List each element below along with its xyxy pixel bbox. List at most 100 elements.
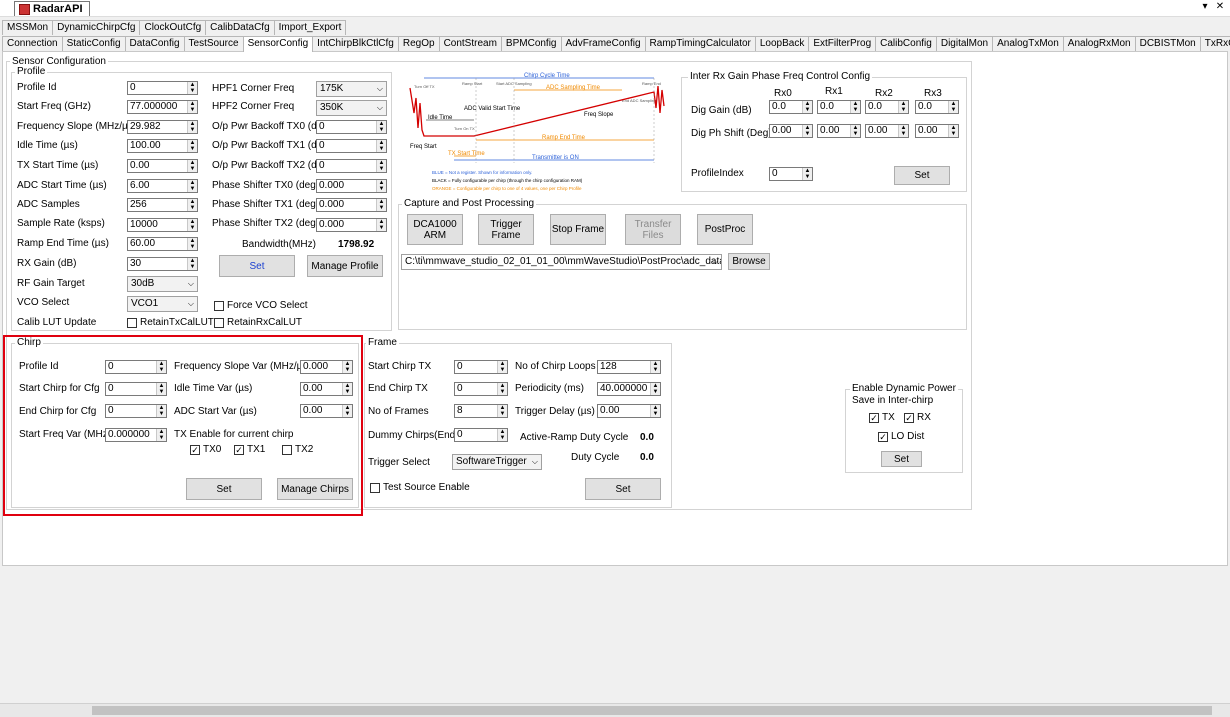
tab-connection[interactable]: Connection [2,36,63,51]
trigger-select[interactable]: SoftwareTrigger ⌵ [452,454,542,470]
diagram-chirp-cycle: Chirp Cycle Time [524,73,570,79]
tab-clockoutcfg[interactable]: ClockOutCfg [139,20,207,35]
tab-calibdatacfg[interactable]: CalibDataCfg [205,20,275,35]
phase-tx1-input[interactable]: 0.000 ▲ ▼ [316,198,387,212]
freq-slope-input[interactable]: 29.982 ▲ ▼ [127,120,198,134]
hpf1-select[interactable]: 175K ⌵ [316,81,387,97]
dca1000-arm-button[interactable]: DCA1000 ARM [407,214,463,245]
trigger-delay-input[interactable]: 0.00 ▲ ▼ [597,404,661,418]
chevron-down-icon[interactable]: ▾ [1198,1,1212,12]
profile-title: Profile [15,66,48,77]
tab-loopback[interactable]: LoopBack [754,36,810,51]
dyn-tx-checkbox[interactable]: ✓ TX [869,412,895,423]
retain-rx-cal-lut-checkbox[interactable]: RetainRxCalLUT [214,317,302,328]
dig-ph-rx0-input[interactable]: 0.00 ▲ ▼ [769,124,813,138]
tab-analogrxmon[interactable]: AnalogRxMon [1062,36,1136,51]
dig-gain-rx1-input[interactable]: 0.0 ▲ ▼ [817,100,861,114]
check-icon: ✓ [869,412,879,423]
end-chirp-tx-input[interactable]: 0 ▲ ▼ [454,382,508,396]
lo-dist-checkbox[interactable]: ✓ LO Dist [878,431,924,442]
scrollbar-thumb[interactable] [92,706,1212,715]
tab-dataconfig[interactable]: DataConfig [124,36,185,51]
chirp-loops-input[interactable]: 128 ▲ ▼ [597,360,661,374]
profile-index-input[interactable]: 0 ▲ ▼ [769,167,813,181]
diagram-tx-start: TX Start Time [448,151,485,157]
test-source-enable-checkbox[interactable]: Test Source Enable [370,482,470,493]
tab-dynamicchirpcfg[interactable]: DynamicChirpCfg [52,20,141,35]
trigger-frame-button[interactable]: Trigger Frame [478,214,534,245]
tab-bpmconfig[interactable]: BPMConfig [500,36,562,51]
rx-gain-input[interactable]: 30 ▲ ▼ [127,257,198,271]
force-vco-checkbox[interactable]: Force VCO Select [214,300,308,311]
dyn-rx-checkbox[interactable]: ✓ RX [904,412,931,423]
retain-tx-cal-lut-checkbox[interactable]: RetainTxCalLUT [127,317,214,328]
stop-frame-button[interactable]: Stop Frame [550,214,606,245]
profile-set-button[interactable]: Set [219,255,295,277]
browse-button[interactable]: Browse [728,253,770,270]
hpf2-select[interactable]: 350K ⌵ [316,100,387,116]
postproc-button[interactable]: PostProc [697,214,753,245]
tx-start-time-input[interactable]: 0.00 ▲ ▼ [127,159,198,173]
diagram-freq-slope: Freq Slope [584,112,614,118]
profile-index-label: ProfileIndex [691,168,744,179]
start-chirp-tx-input[interactable]: 0 ▲ ▼ [454,360,508,374]
dig-gain-rx2-input[interactable]: 0.0 ▲ ▼ [865,100,909,114]
frame-set-button[interactable]: Set [585,478,661,500]
transfer-files-button[interactable]: Transfer Files [625,214,681,245]
close-icon[interactable]: ✕ [1213,1,1227,12]
tab-txrxgaintemp[interactable]: TxRxGainTemp [1199,36,1230,51]
idle-time-input[interactable]: 100.00 ▲ ▼ [127,139,198,153]
tab-ramptimingcalculator[interactable]: RampTimingCalculator [644,36,756,51]
diagram-legend-blue: BLUE = Not a register. Shown for informa… [432,170,532,175]
tab-dcbistmon[interactable]: DCBISTMon [1134,36,1201,51]
tab-regop[interactable]: RegOp [397,36,440,51]
tab-testsource[interactable]: TestSource [183,36,244,51]
start-freq-input[interactable]: 77.000000 ▲ ▼ [127,100,198,114]
tab-contstream[interactable]: ContStream [438,36,502,51]
adc-data-path-select[interactable]: C:\ti\mmwave_studio_02_01_01_00\mmWaveSt… [401,254,722,270]
phase-tx2-input[interactable]: 0.000 ▲ ▼ [316,218,387,232]
dig-ph-rx1-input[interactable]: 0.00 ▲ ▼ [817,124,861,138]
adc-start-time-input[interactable]: 6.00 ▲ ▼ [127,179,198,193]
tab-import-export[interactable]: Import_Export [273,20,347,35]
no-of-frames-input[interactable]: 8 ▲ ▼ [454,404,508,418]
dig-gain-label: Dig Gain (dB) [691,105,752,116]
tab-analogtxmon[interactable]: AnalogTxMon [992,36,1064,51]
profile-id-input[interactable]: 0 ▲ ▼ [127,81,198,95]
tab-intchirpblkctlcfg[interactable]: IntChirpBlkCtlCfg [312,36,399,51]
hpf1-label: HPF1 Corner Freq [212,83,295,94]
sample-rate-input[interactable]: 10000 ▲ ▼ [127,218,198,232]
backoff-tx0-input[interactable]: 0 ▲ ▼ [316,120,387,134]
phase-tx0-input[interactable]: 0.000 ▲ ▼ [316,179,387,193]
backoff-tx2-input[interactable]: 0 ▲ ▼ [316,159,387,173]
diagram-ramp-end: Ramp End Time [542,135,586,141]
horizontal-scrollbar[interactable] [0,703,1230,717]
diagram-turn-on: Turn On TX [454,126,475,131]
tab-advframeconfig[interactable]: AdvFrameConfig [560,36,646,51]
manage-profile-button[interactable]: Manage Profile [307,255,383,277]
tab-extfilterprog[interactable]: ExtFilterProg [808,36,877,51]
freq-slope-label: Frequency Slope (MHz/µs) [17,121,137,132]
adc-samples-label: ADC Samples [17,199,80,210]
empty-output-area [0,566,1230,703]
tab-mssmon[interactable]: MSSMon [2,20,54,35]
inter-rx-set-button[interactable]: Set [894,166,950,185]
backoff-tx1-input[interactable]: 0 ▲ ▼ [316,139,387,153]
start-freq-label: Start Freq (GHz) [17,101,91,112]
rf-gain-target-select[interactable]: 30dB ⌵ [127,276,198,292]
tab-digitalmon[interactable]: DigitalMon [935,36,994,51]
dig-gain-rx3-input[interactable]: 0.0 ▲ ▼ [915,100,959,114]
dig-ph-rx2-input[interactable]: 0.00 ▲ ▼ [865,124,909,138]
tab-staticconfig[interactable]: StaticConfig [61,36,126,51]
adc-samples-input[interactable]: 256 ▲ ▼ [127,198,198,212]
tab-sensorconfig[interactable]: SensorConfig [242,36,314,52]
dig-ph-rx3-input[interactable]: 0.00 ▲ ▼ [915,124,959,138]
vco-select[interactable]: VCO1 ⌵ [127,296,198,312]
dig-gain-rx0-input[interactable]: 0.0 ▲ ▼ [769,100,813,114]
tab-calibconfig[interactable]: CalibConfig [875,36,937,51]
periodicity-input[interactable]: 40.000000 ▲ ▼ [597,382,661,396]
ramp-end-time-input[interactable]: 60.00 ▲ ▼ [127,237,198,251]
dyn-power-set-button[interactable]: Set [881,451,922,467]
dummy-chirps-input[interactable]: 0 ▲ ▼ [454,428,508,442]
app-tab[interactable]: RadarAPI [14,1,90,16]
